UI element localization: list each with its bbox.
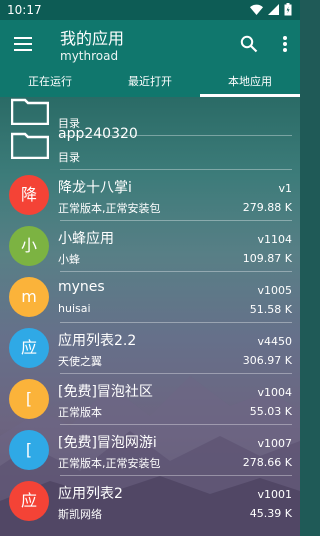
app-avatar: 应 (9, 328, 49, 368)
item-version: v1004 (257, 386, 292, 399)
tab-running[interactable]: 正在运行 (0, 70, 100, 97)
list-item-app[interactable]: 应 应用列表2 斯凯网络 v1001 45.39 K (0, 476, 300, 527)
list-item-app[interactable]: [ [免费]冒泡网游i 正常版本,正常安装包 v1007 278.66 K (0, 425, 300, 476)
tab-recent[interactable]: 最近打开 (100, 70, 200, 97)
item-desc: 斯凯网络 (58, 508, 102, 521)
item-name: 小蜂应用 (58, 231, 114, 247)
item-version: v1 (278, 182, 292, 195)
item-name: mynes (58, 279, 105, 295)
item-version: v1007 (257, 437, 292, 450)
item-size: 45.39 K (249, 507, 292, 520)
app-avatar: 降 (9, 175, 49, 215)
menu-icon[interactable] (14, 37, 32, 51)
list-item-app[interactable]: 降 降龙十八掌i 正常版本,正常安装包 v1 279.88 K (0, 170, 300, 221)
search-icon[interactable] (240, 35, 258, 53)
item-name: 应用列表2 (58, 486, 123, 502)
battery-icon (284, 3, 292, 16)
item-size: 279.88 K (242, 201, 292, 214)
item-desc: 正常版本,正常安装包 (58, 202, 161, 215)
item-desc: 目录 (58, 151, 80, 164)
item-name: [免费]冒泡社区 (58, 384, 153, 400)
item-name: 降龙十八掌i (58, 180, 132, 196)
list-item-app[interactable]: 小 小蜂应用 小蜂 v1104 109.87 K (0, 221, 300, 272)
app-avatar: [ (9, 430, 49, 470)
app-subtitle: mythroad (60, 49, 119, 63)
item-version: v1005 (257, 284, 292, 297)
app-bar: 我的应用 mythroad (0, 20, 300, 70)
item-size: 51.58 K (249, 303, 292, 316)
app-avatar: m (9, 277, 49, 317)
item-desc: 小蜂 (58, 253, 80, 266)
status-icons (250, 3, 292, 16)
status-bar: 10:17 (0, 0, 300, 20)
item-name: [免费]冒泡网游i (58, 435, 157, 451)
folder-icon (11, 132, 49, 159)
app-title: 我的应用 (60, 29, 125, 48)
list-item-app[interactable]: m mynes huisai v1005 51.58 K (0, 272, 300, 323)
status-time: 10:17 (7, 3, 42, 17)
wifi-icon (250, 4, 263, 15)
list-item-app[interactable]: 应 应用列表2.2 天使之翼 v4450 306.97 K (0, 323, 300, 374)
list-item-app[interactable]: [ [免费]冒泡社区 正常版本 v1004 55.03 K (0, 374, 300, 425)
app-avatar: 小 (9, 226, 49, 266)
item-desc: 天使之翼 (58, 355, 102, 368)
app-avatar: [ (9, 379, 49, 419)
item-size: 109.87 K (242, 252, 292, 265)
item-version: v4450 (257, 335, 292, 348)
item-size: 306.97 K (242, 354, 292, 367)
app-avatar: 应 (9, 481, 49, 521)
item-version: v1104 (257, 233, 292, 246)
item-desc: 正常版本 (58, 406, 102, 419)
item-size: 55.03 K (249, 405, 292, 418)
item-name: app240320 (58, 126, 138, 142)
item-size: 278.66 K (242, 456, 292, 469)
list-item-folder[interactable]: app240320 目录 (0, 119, 300, 170)
signal-icon (268, 4, 279, 15)
tab-local-apps[interactable]: 本地应用 (200, 70, 300, 97)
item-desc: 正常版本,正常安装包 (58, 457, 161, 470)
more-options-icon[interactable] (282, 35, 288, 53)
app-list[interactable]: 目录 app240320 目录 降 降龙十八掌i 正常版本,正常安装包 v1 2… (0, 97, 300, 536)
tab-bar: 正在运行 最近打开 本地应用 (0, 70, 300, 97)
item-desc: huisai (58, 302, 91, 315)
item-version: v1001 (257, 488, 292, 501)
item-name: 应用列表2.2 (58, 333, 137, 349)
